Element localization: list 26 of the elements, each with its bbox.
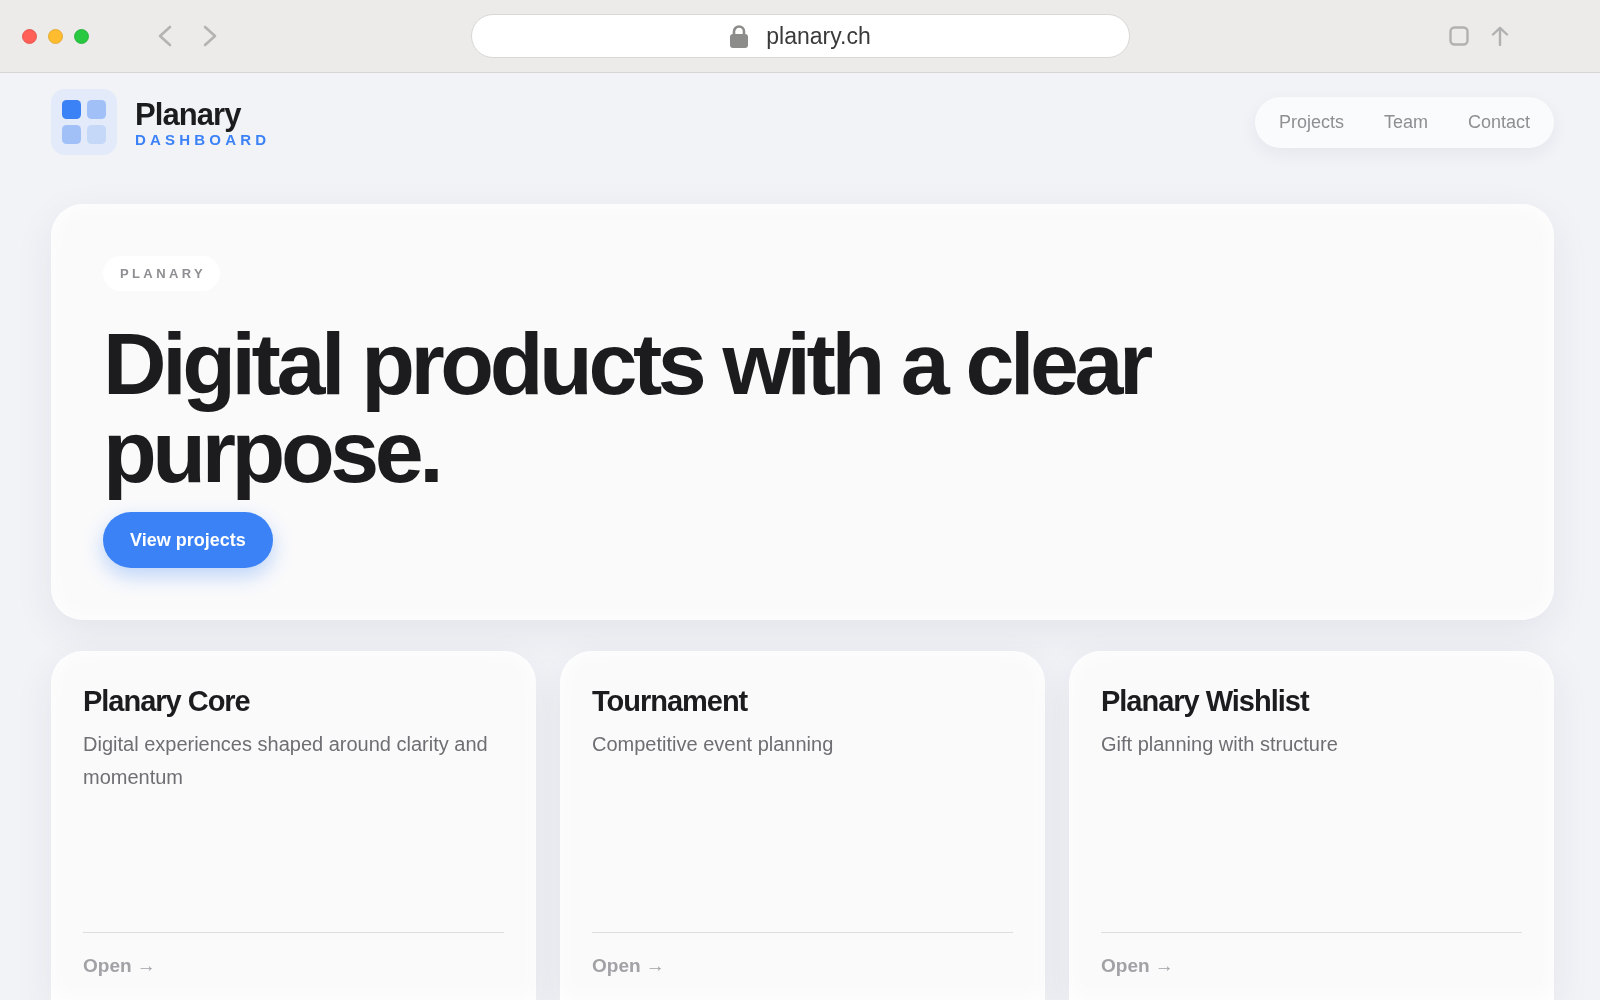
lock-icon [729,23,750,49]
url-text: planary.ch [766,22,871,50]
brand-name: Planary [135,98,242,130]
card-title: Planary Wishlist [1101,684,1311,719]
card-description: Competitive event planning [592,732,835,757]
open-link[interactable]: Open → [1101,954,1174,978]
card-description: Gift planning with structure [1101,732,1339,757]
card-title: Planary Core [83,684,251,719]
open-link[interactable]: Open → [592,954,665,978]
card-title: Tournament [592,684,749,719]
window-zoom-icon[interactable] [74,28,89,44]
square-icon[interactable] [1448,26,1469,46]
nav-link[interactable]: Projects [1278,111,1344,133]
address-bar[interactable]: planary.ch [470,14,1130,58]
window-minimize-icon[interactable] [48,28,63,44]
eyebrow-tag: PLANARY [103,256,220,291]
open-link[interactable]: Open → [83,954,156,978]
up-arrow-icon[interactable] [1490,26,1509,46]
nav-link[interactable]: Team [1383,111,1428,133]
grid-logo-icon[interactable] [51,89,117,155]
chevron-left-icon[interactable] [157,25,173,47]
view-projects-button[interactable]: View projects [103,512,273,568]
window-close-icon[interactable] [22,28,37,44]
nav-link[interactable]: Contact [1467,111,1530,133]
chevron-right-icon[interactable] [202,25,218,47]
card-description: Digital experiences shaped around clarity and momentum [83,732,489,790]
